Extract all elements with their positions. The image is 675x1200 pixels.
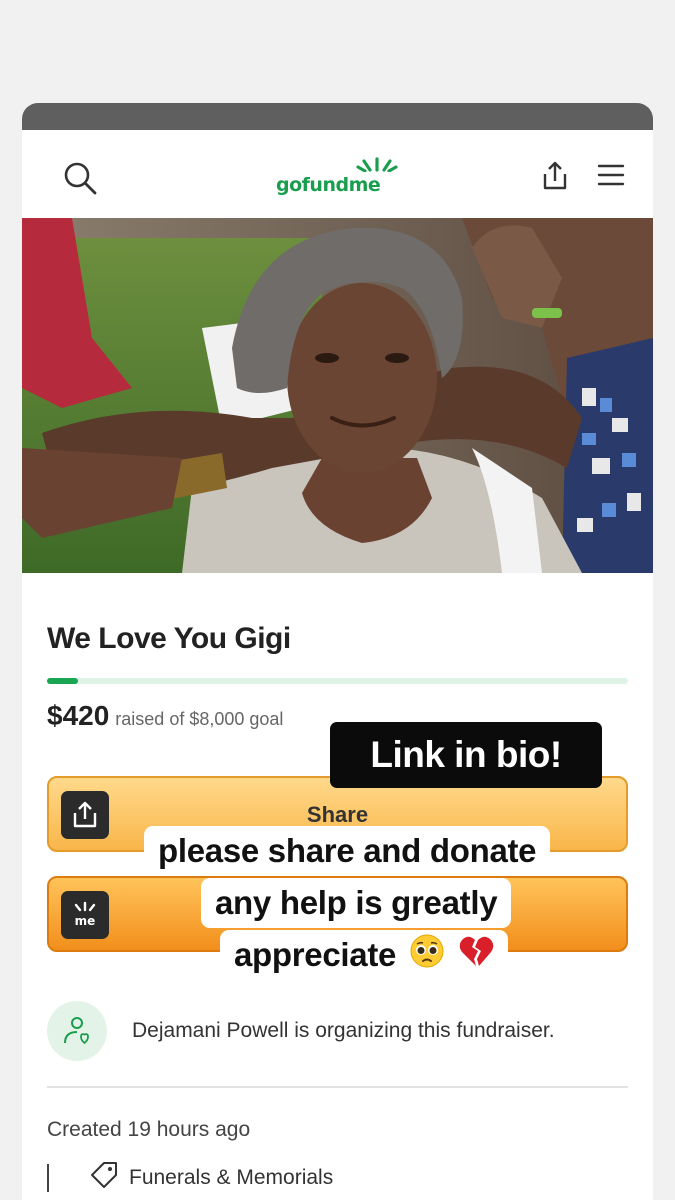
divider bbox=[47, 1086, 628, 1088]
caption-line-1: please share and donate bbox=[144, 826, 551, 876]
organizer-row[interactable]: Dejamani Powell is organizing this fundr… bbox=[47, 1000, 628, 1062]
gofundme-me-icon: me bbox=[61, 891, 109, 939]
caption-line-3-text: appreciate bbox=[234, 936, 397, 973]
share-button-label: Share bbox=[306, 802, 369, 827]
logo-text: gofundme bbox=[276, 174, 381, 196]
share-icon[interactable] bbox=[538, 158, 572, 194]
raised-summary: $420 raised of $8,000 goal bbox=[47, 700, 283, 732]
campaign-photo[interactable] bbox=[22, 218, 653, 573]
raised-goal: raised of $8,000 goal bbox=[115, 709, 284, 729]
organizer-text: Dejamani Powell is organizing this fundr… bbox=[132, 1019, 555, 1042]
broken-heart-emoji bbox=[458, 933, 496, 981]
me-text: me bbox=[75, 914, 96, 928]
menu-icon[interactable] bbox=[596, 160, 626, 190]
gofundme-logo[interactable]: gofundme bbox=[276, 156, 400, 196]
progress-fill bbox=[47, 678, 78, 684]
campaign-title: We Love You Gigi bbox=[47, 622, 291, 655]
search-icon[interactable] bbox=[60, 158, 100, 198]
organizer-heart-icon bbox=[47, 1001, 107, 1061]
category-divider bbox=[47, 1163, 49, 1192]
fundraiser-page: gofundme We Love You Gigi $420 raised of… bbox=[22, 130, 653, 1200]
category-text: Funerals & Memorials bbox=[129, 1165, 334, 1189]
caption-line-3: appreciate bbox=[220, 930, 508, 984]
category-row[interactable]: Funerals & Memorials bbox=[47, 1160, 333, 1195]
link-in-bio-sticker: Link in bio! bbox=[330, 722, 602, 788]
caption-line-2: any help is greatly bbox=[201, 878, 512, 928]
raised-amount: $420 bbox=[47, 700, 110, 731]
tag-icon bbox=[89, 1160, 119, 1195]
pleading-face-emoji bbox=[409, 933, 445, 981]
header: gofundme bbox=[22, 130, 653, 218]
browser-chrome-bar bbox=[22, 103, 653, 131]
progress-bar bbox=[47, 678, 628, 684]
created-time: Created 19 hours ago bbox=[47, 1118, 251, 1141]
